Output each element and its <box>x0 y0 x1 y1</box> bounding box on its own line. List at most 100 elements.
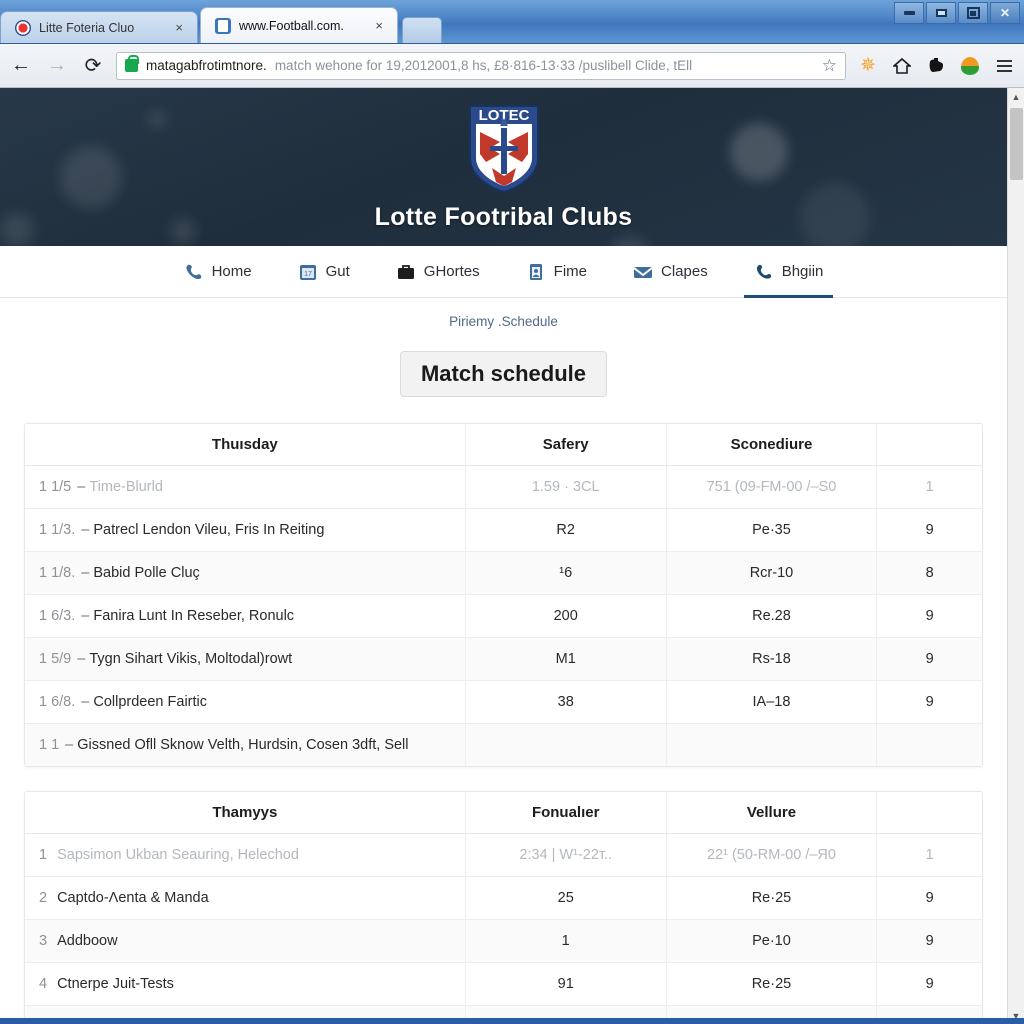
taskbar-strip <box>0 1018 1024 1024</box>
page-title: Match schedule <box>399 351 608 397</box>
row-value-3: Pe·10 <box>665 919 877 963</box>
nav-label: Home <box>211 263 252 280</box>
scroll-up-arrow-icon[interactable]: ▲ <box>1008 88 1024 105</box>
table-row[interactable]: 1 6/3. – Fanira Lunt In Reseber, Ronulc 20… <box>25 594 982 638</box>
table-row[interactable]: 1 1– Gissned Ofll Sknow Velth, Hurdsin, C… <box>25 723 982 766</box>
row-value-4: 9 <box>876 594 982 638</box>
maximize-button[interactable] <box>926 2 956 24</box>
page-viewport: LOTEC Lotte Footribal Clubs Home 17 Gut … <box>0 88 1024 1024</box>
column-header-3[interactable]: Sconediure <box>665 424 877 466</box>
nav-item-ghortes[interactable]: GHortes <box>392 246 484 298</box>
row-name: 1 1/3. – Patrecl Lendon Vileu, Fris In Rei… <box>25 508 466 552</box>
row-name: 1 1/5– Time-Blurld <box>25 465 466 509</box>
row-value-4: 8 <box>876 551 982 595</box>
row-name: 1 6/8. – Collprdeen Fairtic <box>25 680 466 724</box>
row-name: 3 Addboow <box>25 919 466 963</box>
row-name: 1 1/8. – Babid Polle Cluç <box>25 551 466 595</box>
new-tab-button[interactable] <box>402 17 442 43</box>
row-value-4: 9 <box>876 962 982 1006</box>
nav-label: Bhgiin <box>781 263 824 280</box>
page-scrollbar[interactable]: ▲ ▼ <box>1007 88 1024 1024</box>
browser-tab-2[interactable]: www.Football.com. × <box>200 7 398 43</box>
row-name: 1 6/3. – Fanira Lunt In Reseber, Ronulc <box>25 594 466 638</box>
column-header-2[interactable]: Safery <box>464 424 667 466</box>
table-row[interactable]: 4 Ctnerpe Juit-Tests 91 Re·25 9 <box>25 962 982 1006</box>
envelope-icon <box>633 262 653 282</box>
nav-item-clapes[interactable]: Clapes <box>629 246 712 298</box>
scrollbar-thumb[interactable] <box>1010 108 1023 180</box>
schedule-table-1: Thuısday Safery Sconediure 1 1/5– Time-Bl… <box>24 423 983 767</box>
row-value-4: 9 <box>876 876 982 920</box>
row-value-3: Re·25 <box>665 876 877 920</box>
extension-star-icon[interactable]: ✵ <box>856 54 880 78</box>
table-header-row: Thamyys Fonualıеr Vellure <box>25 792 982 834</box>
row-value-2: 91 <box>464 962 667 1006</box>
site-title: Lotte Footribal Clubs <box>374 203 633 231</box>
tab-close-icon[interactable]: × <box>173 20 185 35</box>
web-page: LOTEC Lotte Footribal Clubs Home 17 Gut … <box>0 88 1007 1024</box>
profile-diamond-icon[interactable] <box>958 54 982 78</box>
tab-close-icon[interactable]: × <box>373 18 385 33</box>
url-path: match wehone for 19,2012001,8 hs, £8·816… <box>274 58 693 73</box>
close-window-button[interactable]: ✕ <box>990 2 1020 24</box>
crest-shield-icon: LOTEC <box>468 105 539 194</box>
cast-icon[interactable] <box>924 54 948 78</box>
forward-icon[interactable]: → <box>44 53 70 79</box>
url-domain: matagabfrotimtnore. <box>146 58 267 73</box>
row-value-4: 9 <box>876 508 982 552</box>
minimize-button[interactable] <box>894 2 924 24</box>
nav-label: Fime <box>553 263 587 280</box>
browser-tab-1[interactable]: Litte Foteria Cluo × <box>0 11 198 43</box>
nav-item-gut[interactable]: 17 Gut <box>294 246 354 298</box>
menu-icon[interactable] <box>992 54 1016 78</box>
nav-item-fime[interactable]: Fime <box>522 246 591 298</box>
row-value-4: 9 <box>876 637 982 681</box>
row-name: 4 Ctnerpe Juit-Tests <box>25 962 466 1006</box>
restore-button[interactable] <box>958 2 988 24</box>
nav-label: Gut <box>325 263 350 280</box>
row-value-4: 9 <box>876 680 982 724</box>
table-row[interactable]: 2 Captdo-Λenta & Manda 25 Re·25 9 <box>25 876 982 920</box>
schedule-table-2: Thamyys Fonualıеr Vellure 1 Sapsimon Ukba… <box>24 791 983 1024</box>
nav-item-bhgiin[interactable]: Bhgiin <box>743 246 834 298</box>
bookmark-star-icon[interactable]: ☆ <box>822 56 837 76</box>
reload-icon[interactable]: ⟳ <box>80 53 106 79</box>
column-header-2[interactable]: Fonualıеr <box>464 792 667 834</box>
briefcase-icon <box>396 262 416 282</box>
row-value-3: 751 (09-FM-00 /–S0 <box>665 465 877 509</box>
row-value-4 <box>876 723 982 766</box>
tab-strip: Litte Foteria Cluo × www.Football.com. × <box>0 7 442 43</box>
column-header-3[interactable]: Vellure <box>665 792 877 834</box>
page-title-row: Match schedule <box>0 329 1007 423</box>
table-row[interactable]: 1 5/9– Tygn Sihart Vikis, Moltodal)rowt M… <box>25 637 982 681</box>
address-bar[interactable]: matagabfrotimtnore. match wehone for 19,… <box>116 51 846 80</box>
row-value-2: M1 <box>464 637 667 681</box>
column-header-4[interactable] <box>876 424 982 466</box>
table-row[interactable]: 3 Addboow 1 Pe·10 9 <box>25 919 982 963</box>
browser-titlebar: Litte Foteria Cluo × www.Football.com. ×… <box>0 0 1024 44</box>
contact-card-icon <box>526 262 546 282</box>
svg-text:17: 17 <box>304 271 312 278</box>
back-icon[interactable]: ← <box>8 53 34 79</box>
row-value-4: 1 <box>876 833 982 877</box>
column-header-1[interactable]: Thamyys <box>25 792 466 834</box>
table-row[interactable]: 1 Sapsimon Ukban Seauring, Helechod 2:34 … <box>25 833 982 877</box>
browser-toolbar: ← → ⟳ matagabfrotimtnore. match wehone f… <box>0 44 1024 88</box>
nav-item-home[interactable]: Home <box>180 246 256 298</box>
table-row[interactable]: 1 1/3. – Patrecl Lendon Vileu, Fris In Rei… <box>25 508 982 552</box>
row-value-2: R2 <box>464 508 667 552</box>
site-banner: LOTEC Lotte Footribal Clubs <box>0 88 1007 246</box>
table-row[interactable]: 1 1/5– Time-Blurld 1.59 · 3CL 751 (09-FM-… <box>25 465 982 509</box>
row-value-3: IA–18 <box>665 680 877 724</box>
row-value-2: ¹6 <box>464 551 667 595</box>
column-header-4[interactable] <box>876 792 982 834</box>
home-icon[interactable] <box>890 54 914 78</box>
nav-label: Clapes <box>661 263 708 280</box>
row-value-2: 200 <box>464 594 667 638</box>
table-row[interactable]: 1 1/8. – Babid Polle Cluç ¹6 Rcr-10 8 <box>25 551 982 595</box>
row-name: 1 Sapsimon Ukban Seauring, Helechod <box>25 833 466 877</box>
row-name: 1 1– Gissned Ofll Sknow Velth, Hurdsin, C… <box>25 723 466 766</box>
table-row[interactable]: 1 6/8. – Collprdeen Fairtic 38 IA–18 9 <box>25 680 982 724</box>
breadcrumb[interactable]: Piriemy .Schedule <box>0 298 1007 329</box>
column-header-1[interactable]: Thuısday <box>25 424 466 466</box>
